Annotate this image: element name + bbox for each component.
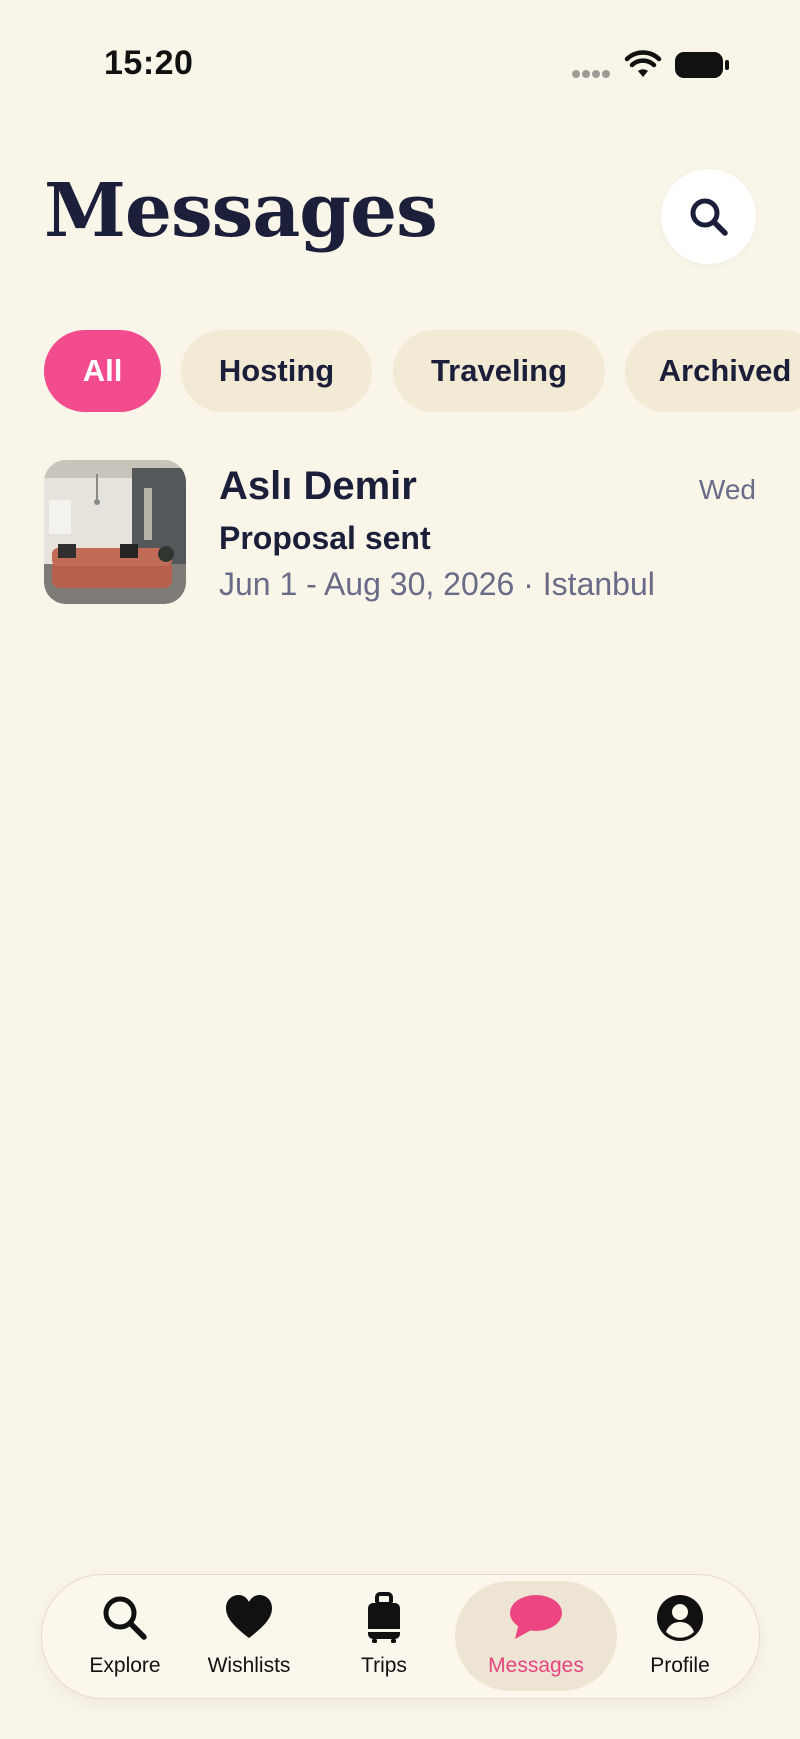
filter-chip-hosting[interactable]: Hosting: [181, 330, 372, 412]
bottom-tab-bar: Explore Wishlists Trips Messages Profile: [41, 1574, 760, 1699]
thread-date: Wed: [698, 474, 756, 505]
search-button[interactable]: [661, 169, 756, 264]
tab-profile[interactable]: Profile: [622, 1581, 738, 1691]
listing-thumbnail: [44, 460, 186, 604]
search-icon: [103, 1596, 147, 1640]
tab-label: Trips: [361, 1654, 407, 1677]
suitcase-icon: [368, 1592, 400, 1643]
search-icon: [690, 198, 728, 236]
tab-label: Messages: [488, 1654, 584, 1677]
tab-messages[interactable]: Messages: [455, 1581, 617, 1691]
status-bar: 15:20: [0, 0, 800, 120]
thread-contact-name: Aslı Demir: [219, 464, 417, 508]
thread-trip-details: Jun 1 - Aug 30, 2026 · Istanbul: [219, 566, 655, 602]
chat-bubble-icon: [510, 1595, 562, 1639]
filter-chip-label: Traveling: [430, 353, 568, 388]
page-title: Messages: [44, 168, 438, 254]
tab-label: Wishlists: [207, 1654, 291, 1677]
filter-chip-archived[interactable]: Archived: [625, 330, 800, 412]
filter-chip-label: Archived: [658, 353, 792, 388]
filter-chip-traveling[interactable]: Traveling: [393, 330, 605, 412]
filter-chip-all[interactable]: All: [44, 330, 161, 412]
thread-status: Proposal sent: [219, 520, 431, 556]
filter-chip-label: All: [82, 353, 123, 388]
tab-label: Profile: [650, 1654, 710, 1677]
filter-chip-label: Hosting: [218, 353, 335, 388]
tab-wishlists[interactable]: Wishlists: [184, 1581, 314, 1691]
status-time: 15:20: [104, 44, 194, 82]
tab-trips[interactable]: Trips: [329, 1581, 439, 1691]
cellular-signal-icon: [572, 70, 612, 80]
profile-icon: [657, 1595, 703, 1641]
wifi-icon: [624, 50, 662, 77]
heart-icon: [226, 1595, 272, 1638]
battery-icon: [675, 52, 729, 78]
filter-chips: All Hosting Traveling Archived: [44, 330, 800, 412]
message-thread[interactable]: Aslı Demir Wed Proposal sent Jun 1 - Aug…: [44, 460, 756, 606]
